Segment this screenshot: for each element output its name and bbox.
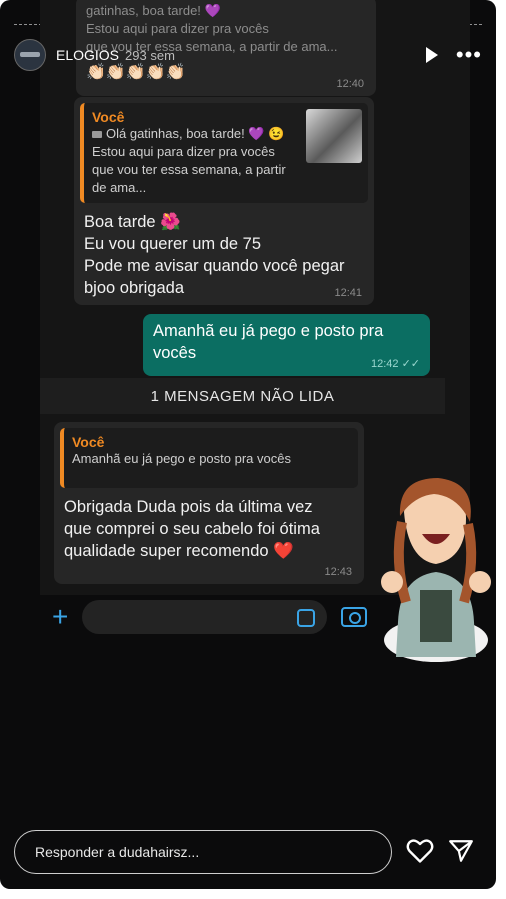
heart-icon[interactable]	[406, 838, 434, 864]
story-time: 293 sem	[125, 47, 175, 63]
message-line: que comprei o seu cabelo foi ótima	[64, 520, 320, 538]
send-icon[interactable]	[448, 838, 474, 864]
quote-line1: Olá gatinhas, boa tarde! 💜 😉	[106, 126, 285, 141]
quoted-message: Você Amanhã eu já pego e posto pra vocês	[60, 428, 358, 488]
video-thumbnail	[306, 109, 362, 163]
chat-bubble-outgoing: Amanhã eu já pego e posto pra vocês 12:4…	[143, 314, 430, 376]
read-ticks-icon: ✓✓	[401, 358, 420, 370]
quoted-message: Você Olá gatinhas, boa tarde! 💜 😉 Estou …	[80, 103, 368, 203]
story-username[interactable]: ELOGIOS	[56, 47, 119, 63]
quote-line3: que vou ter essa semana, a partir de ama…	[92, 162, 286, 195]
chat-bubble-incoming: Você Amanhã eu já pego e posto pra vocês…	[54, 422, 364, 584]
previous-line2: Estou aqui para dizer pra vocês	[86, 21, 269, 36]
reply-input[interactable]: Responder a dudahairsz...	[14, 830, 392, 874]
message-time: 12:41	[334, 287, 362, 299]
message-line: Pode me avisar quando você pegar	[84, 257, 345, 275]
quote-line2: Estou aqui para dizer pra vocês	[92, 144, 275, 159]
quote-author: Você	[92, 109, 125, 125]
message-line: bjoo obrigada	[84, 279, 184, 297]
unread-divider: 1 MENSAGEM NÃO LIDA	[40, 378, 445, 414]
avatar[interactable]	[14, 39, 46, 71]
message-time: 12:40	[336, 78, 364, 90]
plus-icon: +	[52, 601, 69, 632]
sticker-icon	[297, 609, 316, 627]
quote-text: Amanhã eu já pego e posto pra vocês	[72, 451, 291, 466]
message-line: Boa tarde 🌺	[84, 213, 181, 231]
message-line: Amanhã eu já pego e posto pra	[153, 322, 384, 340]
message-time: 12:42	[370, 358, 399, 370]
story-header: ELOGIOS 293 sem •••	[14, 38, 482, 72]
message-line: qualidade super recomendo ❤️	[64, 542, 294, 560]
message-line: Eu vou querer um de 75	[84, 235, 262, 253]
message-line: Obrigada Duda pois da última vez	[64, 498, 313, 516]
story-viewer[interactable]: gatinhas, boa tarde! 💜 Estou aqui para d…	[0, 0, 496, 889]
previous-line1: gatinhas, boa tarde! 💜	[86, 3, 221, 18]
chat-bubble-incoming: Você Olá gatinhas, boa tarde! 💜 😉 Estou …	[74, 97, 374, 305]
quote-author: Você	[72, 434, 105, 450]
anna-sticker	[381, 478, 491, 662]
video-icon	[92, 130, 102, 138]
play-icon[interactable]	[425, 47, 438, 63]
more-options-icon[interactable]: •••	[456, 44, 482, 66]
camera-icon	[341, 607, 368, 627]
message-time: 12:43	[324, 566, 352, 578]
message-field	[82, 600, 328, 634]
reply-placeholder: Responder a dudahairsz...	[35, 844, 200, 860]
